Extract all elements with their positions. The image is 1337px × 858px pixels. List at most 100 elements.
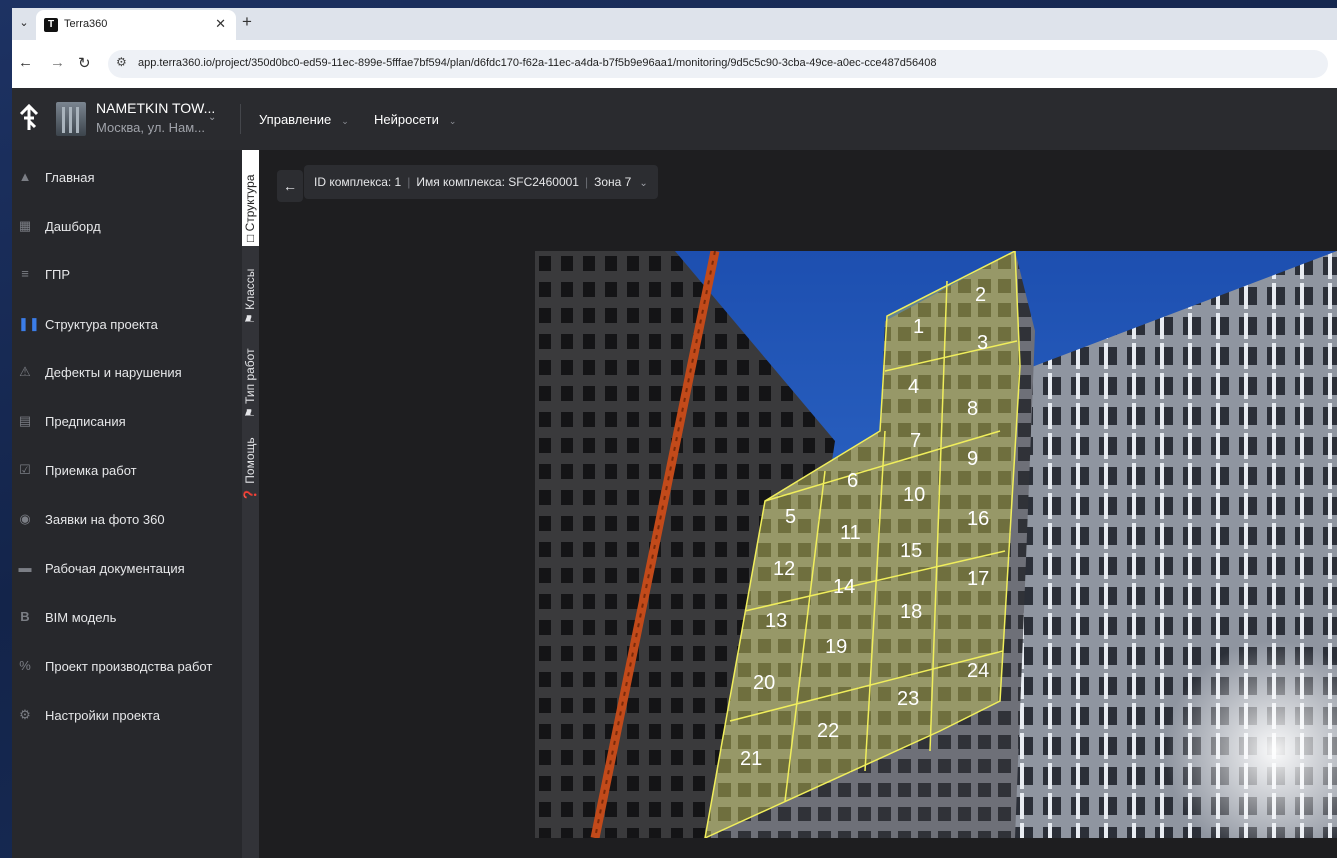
warning-icon: ⚠	[19, 364, 31, 379]
monitoring-photo[interactable]: 1 2 3 4 5 6 7 8 9 10 11 12 13 14 15 16 1	[535, 251, 1337, 838]
browser-toolbar: ← → ↻ ⚙ app.terra360.io/project/350d0bc0…	[12, 40, 1337, 89]
sidebar-item-work-project[interactable]: % Проект производства работ	[12, 649, 242, 689]
structure-icon: ❚❚	[18, 316, 40, 331]
sidebar-item-photo360-requests[interactable]: ◉ Заявки на фото 360	[12, 502, 242, 542]
back-button[interactable]: ←	[277, 170, 303, 202]
sidebar-item-label: Главная	[45, 170, 95, 185]
sidebar: ▲ Главная ▦ Дашборд ≡ ГПР ❚❚ Структура п…	[12, 150, 242, 858]
zone-label: 18	[900, 601, 922, 623]
gear-icon: ⚙	[19, 707, 31, 722]
sidebar-item-label: Заявки на фото 360	[45, 512, 165, 527]
building-photo-svg: 1 2 3 4 5 6 7 8 9 10 11 12 13 14 15 16 1	[535, 251, 1337, 838]
zone-label: 9	[967, 448, 978, 470]
reload-icon[interactable]: ↻	[78, 54, 91, 72]
tab-label: Классы	[243, 268, 257, 310]
breadcrumb-complex-id[interactable]: ID комплекса: 1	[314, 175, 401, 189]
tab-work-type[interactable]: ⚑ Тип работ	[242, 328, 259, 422]
project-chevron-down-icon[interactable]: ⌄	[208, 112, 216, 123]
new-tab-icon[interactable]: +	[242, 12, 252, 32]
dashboard-icon: ▦	[18, 218, 32, 233]
menu-management[interactable]: Управление ⌄	[259, 112, 349, 127]
sidebar-item-label: Приемка работ	[45, 463, 137, 478]
zone-label: 23	[897, 688, 919, 710]
sidebar-item-prescriptions[interactable]: ▤ Предписания	[12, 404, 242, 444]
folder-icon: ▬	[18, 560, 32, 575]
sidebar-item-project-structure[interactable]: ❚❚ Структура проекта	[12, 307, 242, 347]
tab-label: Структура	[243, 174, 257, 232]
zone-label: 7	[910, 430, 921, 452]
chevron-down-icon[interactable]: ⌄	[639, 178, 647, 189]
chevron-down-icon: ⌄	[448, 116, 457, 126]
camera-icon: ◉	[19, 511, 31, 526]
breadcrumb[interactable]: ID комплекса: 1 | Имя комплекса: SFC246000…	[304, 165, 658, 199]
zone-label: 8	[967, 398, 978, 420]
close-tab-icon[interactable]: ✕	[215, 16, 226, 32]
zone-label: 3	[977, 332, 988, 354]
back-arrow-icon[interactable]: ←	[18, 54, 33, 71]
terra-logo-icon[interactable]	[18, 104, 40, 132]
breadcrumb-complex-name[interactable]: Имя комплекса: SFC2460001	[416, 175, 579, 189]
sidebar-item-home[interactable]: ▲ Главная	[12, 160, 242, 200]
browser-tab[interactable]: T Terra360 ✕	[36, 10, 236, 40]
url-text[interactable]: app.terra360.io/project/350d0bc0-ed59-11…	[138, 57, 937, 69]
zone-label: 24	[967, 660, 989, 682]
sidebar-item-label: Настройки проекта	[45, 708, 160, 723]
forward-arrow-icon[interactable]: →	[50, 54, 65, 71]
zone-label: 19	[825, 636, 847, 658]
main-content: ← ID комплекса: 1 | Имя комплекса: SFC2460…	[259, 150, 1337, 858]
help-icon: ❓	[243, 487, 257, 502]
menu-neural-networks[interactable]: Нейросети ⌄	[374, 112, 456, 127]
zone-label: 12	[773, 558, 795, 580]
check-clipboard-icon: ☑	[19, 462, 31, 477]
project-thumbnail[interactable]	[56, 102, 86, 136]
tab-label: Помощь	[243, 437, 257, 484]
sidebar-item-label: Структура проекта	[45, 317, 158, 332]
zone-label: 13	[765, 610, 787, 632]
home-icon: ▲	[18, 169, 32, 184]
address-bar[interactable]: ⚙ app.terra360.io/project/350d0bc0-ed59-…	[108, 50, 1328, 78]
zone-label: 5	[785, 506, 796, 528]
zone-label: 20	[753, 672, 775, 694]
sidebar-item-label: Дашборд	[45, 219, 101, 234]
sidebar-item-gpr[interactable]: ≡ ГПР	[12, 257, 242, 297]
terra-favicon-icon: T	[44, 18, 58, 32]
project-name[interactable]: NAMETKIN TOW...	[96, 100, 215, 116]
sidebar-item-project-settings[interactable]: ⚙ Настройки проекта	[12, 698, 242, 738]
tab-title: Terra360	[64, 18, 108, 30]
sidebar-item-work-acceptance[interactable]: ☑ Приемка работ	[12, 453, 242, 493]
tab-classes[interactable]: ⚑ Классы	[242, 246, 259, 328]
sidebar-item-label: ГПР	[45, 267, 71, 282]
flag-icon: ⚑	[243, 313, 257, 324]
zone-label: 4	[908, 376, 919, 398]
sidebar-item-bim-model[interactable]: B BIM модель	[12, 600, 242, 640]
zone-label: 11	[840, 522, 861, 544]
chevron-down-icon: ⌄	[341, 116, 349, 126]
browser-window: ⌄ T Terra360 ✕ + ← → ↻ ⚙ app.terra360.io…	[12, 8, 1337, 858]
flag-icon: ⚑	[243, 407, 257, 418]
breadcrumb-zone[interactable]: Зона 7	[594, 175, 631, 189]
tab-search-chevron-icon[interactable]: ⌄	[14, 13, 34, 33]
sidebar-item-label: BIM модель	[45, 610, 117, 625]
sidebar-item-label: Дефекты и нарушения	[45, 365, 182, 380]
browser-tab-strip: ⌄ T Terra360 ✕ +	[12, 8, 1337, 40]
site-info-icon[interactable]: ⚙	[116, 55, 127, 69]
sidebar-item-working-docs[interactable]: ▬ Рабочая документация	[12, 551, 242, 591]
folder-outline-icon: □	[243, 234, 257, 242]
bim-icon: B	[20, 609, 30, 624]
percent-icon: %	[19, 658, 31, 673]
clipboard-icon: ▤	[18, 413, 32, 428]
side-tab-rail: □ Структура ⚑ Классы ⚑ Тип работ ❓ Помощ…	[242, 150, 259, 858]
sidebar-item-label: Предписания	[45, 414, 126, 429]
zone-label: 17	[967, 568, 989, 590]
tab-help[interactable]: ❓ Помощь	[242, 422, 259, 506]
app-header: NAMETKIN TOW... Москва, ул. Нам... ⌄ Упр…	[12, 88, 1337, 150]
sidebar-item-defects[interactable]: ⚠ Дефекты и нарушения	[12, 355, 242, 395]
header-divider	[240, 104, 241, 134]
zone-label: 14	[833, 576, 855, 598]
tab-structure[interactable]: □ Структура	[242, 150, 259, 246]
zone-label: 22	[817, 720, 839, 742]
project-address: Москва, ул. Нам...	[96, 120, 206, 135]
zone-label: 10	[903, 484, 925, 506]
sidebar-item-dashboard[interactable]: ▦ Дашборд	[12, 209, 242, 249]
zone-label: 1	[913, 316, 924, 338]
